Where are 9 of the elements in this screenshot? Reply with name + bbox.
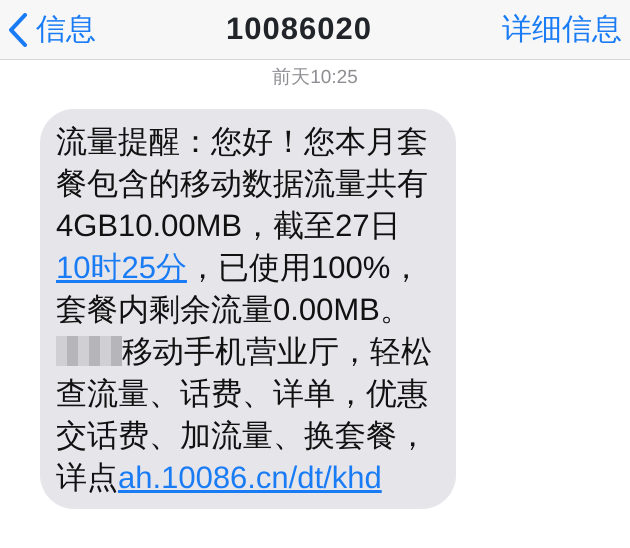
message-link[interactable]: ah.10086.cn/dt/khd [118, 460, 382, 494]
redacted-text-block [56, 336, 122, 366]
details-link[interactable]: 详细信息 [502, 7, 622, 52]
chevron-left-icon [8, 12, 28, 46]
message-text: 流量提醒：您好！您本月套餐包含的移动数据流量共有4GB10.00MB，截至27日 10时25分，已使用100%，套餐内剩余流量0.00MB。 移动手机营业厅，轻松查流量、话费、详单，优惠交话费、加流量、换套餐，详点ah.10086.cn/dt/khd [56, 122, 433, 496]
contact-number: 10086020 [226, 10, 372, 48]
back-button[interactable]: 信息 [8, 7, 96, 52]
timestamp: 前天10:25 [272, 67, 358, 88]
message-link[interactable]: 10时25分 [56, 250, 187, 284]
